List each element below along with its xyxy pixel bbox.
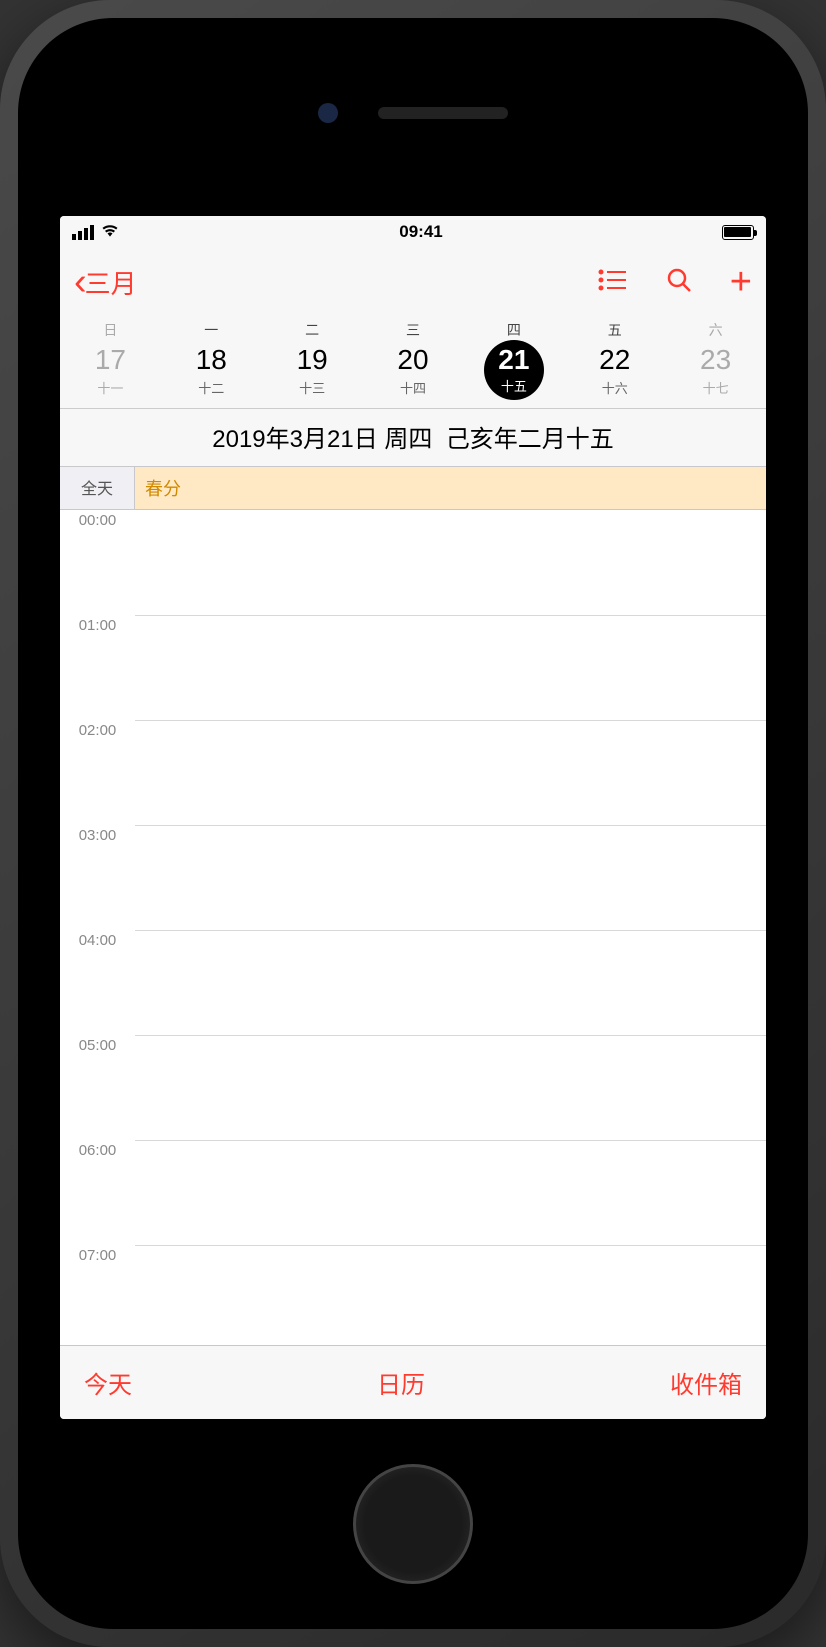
day-name: 五 xyxy=(564,320,665,340)
hour-row[interactable]: 05:00 xyxy=(60,1035,766,1140)
day-col-3[interactable]: 三 20 十四 xyxy=(363,316,464,408)
hour-row[interactable]: 03:00 xyxy=(60,825,766,930)
hour-row[interactable]: 06:00 xyxy=(60,1140,766,1245)
allday-event[interactable]: 春分 xyxy=(135,467,766,509)
hour-label: 03:00 xyxy=(60,825,135,930)
gregorian-date: 2019年3月21日 周四 xyxy=(212,426,432,453)
day-name: 二 xyxy=(262,320,363,340)
day-num: 23 xyxy=(665,344,766,376)
day-col-0[interactable]: 日 17 十一 xyxy=(60,316,161,408)
day-num: 18 xyxy=(161,344,262,376)
hour-row[interactable]: 00:00 xyxy=(60,510,766,615)
day-col-2[interactable]: 二 19 十三 xyxy=(262,316,363,408)
status-right xyxy=(722,225,754,240)
back-button[interactable]: ‹ 三月 xyxy=(74,261,137,304)
hour-label: 05:00 xyxy=(60,1035,135,1140)
hour-slot[interactable] xyxy=(135,615,766,720)
day-num: 21 xyxy=(498,345,529,376)
hour-slot[interactable] xyxy=(135,1140,766,1245)
hour-row[interactable]: 01:00 xyxy=(60,615,766,720)
home-button[interactable] xyxy=(353,1464,473,1584)
day-name: 六 xyxy=(665,320,766,340)
status-time: 09:41 xyxy=(399,222,442,242)
day-lunar: 十五 xyxy=(501,376,527,395)
day-num: 20 xyxy=(363,344,464,376)
front-camera xyxy=(318,103,338,123)
allday-label: 全天 xyxy=(60,467,135,509)
phone-frame: 09:41 ‹ 三月 + xyxy=(0,0,826,1647)
day-lunar: 十七 xyxy=(665,378,766,397)
day-lunar: 十二 xyxy=(161,378,262,397)
day-num: 22 xyxy=(564,344,665,376)
hour-row[interactable]: 07:00 xyxy=(60,1245,766,1345)
inbox-button[interactable]: 收件箱 xyxy=(670,1365,742,1400)
day-num: 19 xyxy=(262,344,363,376)
day-lunar: 十六 xyxy=(564,378,665,397)
day-name: 日 xyxy=(60,320,161,340)
lunar-date: 己亥年二月十五 xyxy=(446,426,614,453)
nav-bar: ‹ 三月 + xyxy=(60,248,766,316)
hour-label: 04:00 xyxy=(60,930,135,1035)
day-name: 四 xyxy=(463,320,564,340)
hour-slot[interactable] xyxy=(135,930,766,1035)
day-lunar: 十四 xyxy=(363,378,464,397)
search-icon[interactable] xyxy=(666,267,692,298)
hour-row[interactable]: 04:00 xyxy=(60,930,766,1035)
hour-label: 00:00 xyxy=(60,510,135,615)
day-col-6[interactable]: 六 23 十七 xyxy=(665,316,766,408)
day-col-4[interactable]: 四 21 十五 xyxy=(463,316,564,408)
day-col-1[interactable]: 一 18 十二 xyxy=(161,316,262,408)
back-label: 三月 xyxy=(85,264,137,301)
hour-slot[interactable] xyxy=(135,1245,766,1345)
today-button[interactable]: 今天 xyxy=(84,1365,132,1400)
allday-row: 全天 春分 xyxy=(60,466,766,510)
nav-right: + xyxy=(598,263,752,301)
list-icon[interactable] xyxy=(598,268,628,297)
day-lunar: 十一 xyxy=(60,378,161,397)
hour-slot[interactable] xyxy=(135,510,766,615)
toolbar: 今天 日历 收件箱 xyxy=(60,1345,766,1419)
week-header: 日 17 十一一 18 十二二 19 十三三 20 十四四 21 十五 五 22… xyxy=(60,316,766,409)
top-hardware xyxy=(18,18,808,208)
screen: 09:41 ‹ 三月 + xyxy=(60,216,766,1419)
add-icon[interactable]: + xyxy=(730,263,752,301)
hours-scroll[interactable]: 00:0001:0002:0003:0004:0005:0006:0007:00… xyxy=(60,510,766,1345)
day-lunar: 十三 xyxy=(262,378,363,397)
hour-row[interactable]: 02:00 xyxy=(60,720,766,825)
hour-slot[interactable] xyxy=(135,825,766,930)
status-bar: 09:41 xyxy=(60,216,766,248)
earpiece-speaker xyxy=(378,107,508,119)
hour-label: 02:00 xyxy=(60,720,135,825)
day-name: 一 xyxy=(161,320,262,340)
hour-label: 07:00 xyxy=(60,1245,135,1345)
hour-slot[interactable] xyxy=(135,1035,766,1140)
battery-icon xyxy=(722,225,754,240)
hour-slot[interactable] xyxy=(135,720,766,825)
phone-inner: 09:41 ‹ 三月 + xyxy=(18,18,808,1629)
day-name: 三 xyxy=(363,320,464,340)
status-left xyxy=(72,222,120,243)
signal-icon xyxy=(72,225,94,240)
hour-label: 06:00 xyxy=(60,1140,135,1245)
wifi-icon xyxy=(100,222,120,243)
selected-day-circle: 21 十五 xyxy=(484,340,544,400)
calendars-button[interactable]: 日历 xyxy=(377,1365,425,1400)
hour-label: 01:00 xyxy=(60,615,135,720)
day-num: 17 xyxy=(60,344,161,376)
day-col-5[interactable]: 五 22 十六 xyxy=(564,316,665,408)
date-header: 2019年3月21日 周四 己亥年二月十五 xyxy=(60,409,766,466)
